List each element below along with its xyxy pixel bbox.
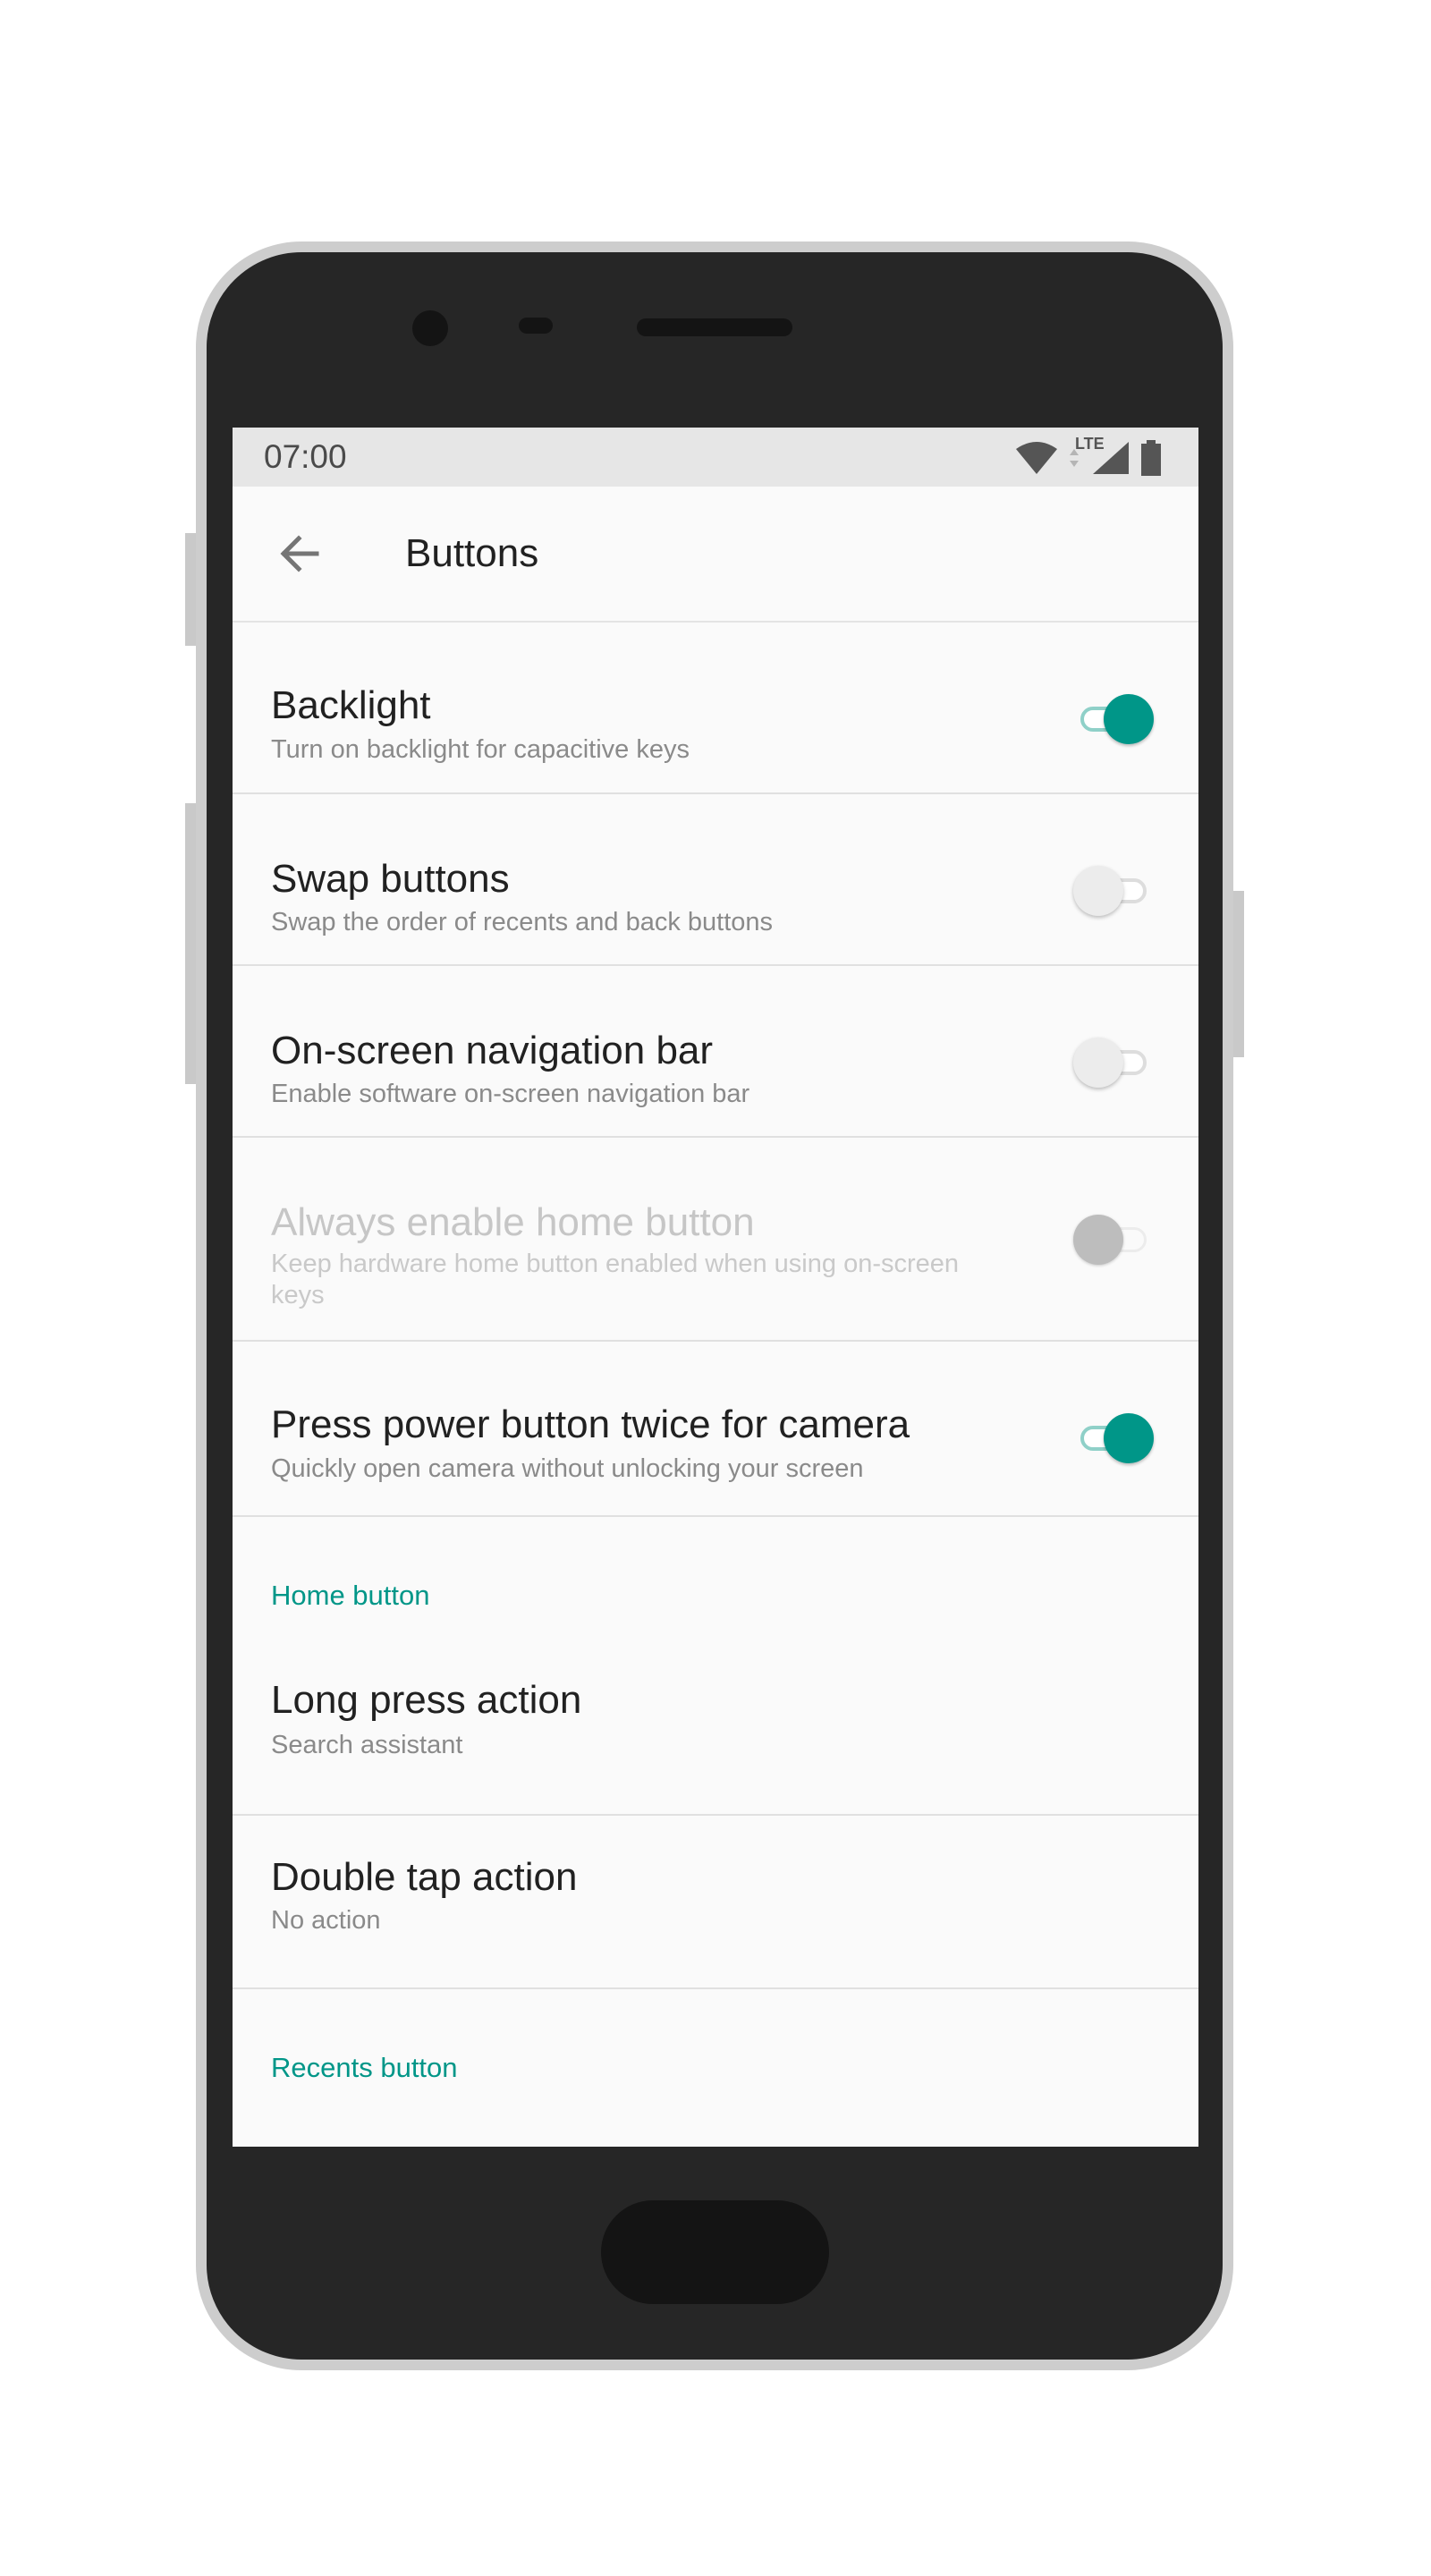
setting-title: Always enable home button xyxy=(271,1200,755,1244)
power-camera-toggle[interactable] xyxy=(1073,1411,1154,1465)
backlight-toggle[interactable] xyxy=(1073,692,1154,746)
proximity-sensor xyxy=(519,318,553,334)
setting-swap-buttons[interactable]: Swap buttons Swap the order of recents a… xyxy=(233,794,1198,966)
app-bar: Buttons xyxy=(233,487,1198,623)
setting-title: Double tap action xyxy=(271,1855,578,1899)
navigation-bar-toggle[interactable] xyxy=(1073,1036,1154,1089)
setting-on-screen-navigation-bar[interactable]: On-screen navigation bar Enable software… xyxy=(233,966,1198,1138)
page-title: Buttons xyxy=(405,531,539,575)
earpiece-speaker xyxy=(637,318,792,336)
swap-buttons-toggle[interactable] xyxy=(1073,864,1154,918)
toggle-thumb xyxy=(1104,1413,1154,1463)
section-header-label: Recents button xyxy=(271,2052,458,2083)
setting-power-button-camera[interactable]: Press power button twice for camera Quic… xyxy=(233,1342,1198,1517)
setting-long-press-action[interactable]: Long press action Search assistant xyxy=(233,1642,1198,1816)
network-type-label: LTE xyxy=(1075,435,1105,453)
setting-always-enable-home-button: Always enable home button Keep hardware … xyxy=(233,1138,1198,1342)
volume-rocker-lower xyxy=(185,803,196,1084)
toggle-thumb xyxy=(1104,694,1154,744)
status-bar: 07:00 LTE xyxy=(233,428,1198,487)
power-key xyxy=(1233,891,1244,1057)
hardware-home-button[interactable] xyxy=(601,2200,829,2304)
setting-subtitle: Turn on backlight for capacitive keys xyxy=(271,735,690,764)
setting-value: No action xyxy=(271,1906,381,1935)
status-icons: LTE xyxy=(1014,435,1163,476)
setting-title: On-screen navigation bar xyxy=(271,1029,714,1072)
toggle-thumb xyxy=(1073,1038,1123,1088)
battery-icon xyxy=(1141,440,1161,476)
wifi-icon xyxy=(1016,442,1057,474)
setting-title: Long press action xyxy=(271,1678,582,1722)
arrow-left-icon[interactable] xyxy=(277,531,322,576)
setting-subtitle: Quickly open camera without unlocking yo… xyxy=(271,1454,864,1483)
toggle-thumb xyxy=(1073,866,1123,916)
setting-double-tap-action[interactable]: Double tap action No action xyxy=(233,1816,1198,1989)
setting-title: Swap buttons xyxy=(271,857,510,901)
setting-subtitle: Enable software on-screen navigation bar xyxy=(271,1080,750,1108)
section-header-home-button: Home button xyxy=(233,1517,1198,1642)
home-button-toggle xyxy=(1073,1213,1154,1267)
setting-subtitle: Swap the order of recents and back butto… xyxy=(271,908,774,936)
toggle-thumb xyxy=(1073,1215,1123,1265)
setting-backlight[interactable]: Backlight Turn on backlight for capaciti… xyxy=(233,623,1198,794)
setting-value: Search assistant xyxy=(271,1731,463,1759)
volume-rocker-upper xyxy=(185,533,196,646)
setting-subtitle: Keep hardware home button enabled when u… xyxy=(271,1250,960,1309)
status-time: 07:00 xyxy=(264,438,347,475)
screen: 07:00 LTE Buttons Backlight Turn on back… xyxy=(233,428,1198,2147)
front-camera xyxy=(412,310,448,346)
setting-title: Backlight xyxy=(271,683,431,727)
setting-title: Press power button twice for camera xyxy=(271,1402,910,1446)
section-header-label: Home button xyxy=(271,1580,430,1611)
section-header-recents-button: Recents button xyxy=(233,1989,1198,2097)
cell-signal-icon: LTE xyxy=(1075,435,1130,476)
